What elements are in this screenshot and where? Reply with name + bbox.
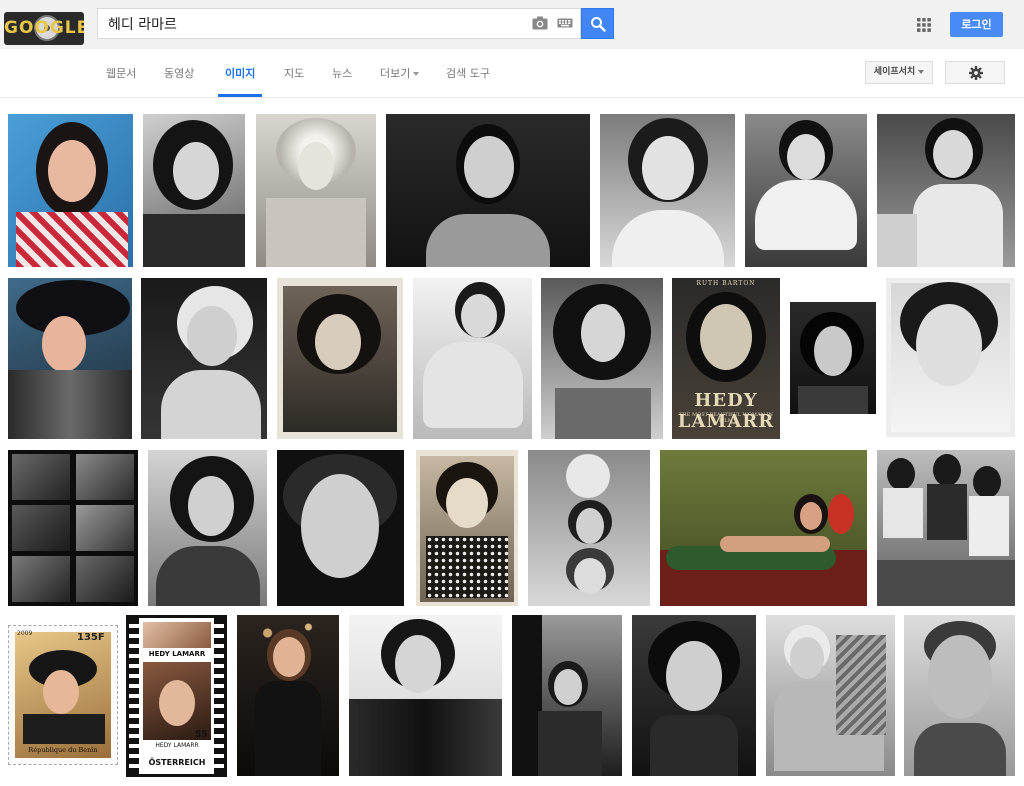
search-button[interactable] xyxy=(581,8,614,39)
book-title: HEDY LAMARR xyxy=(677,390,775,432)
safesearch-label: 세이프서치 xyxy=(873,67,916,77)
stamp1-year: 2009 xyxy=(17,630,33,637)
image-results-grid: RUTH BARTON HEDY LAMARR THE MOST BEAUTIF… xyxy=(0,98,1024,786)
stamp2-name-top: HEDY LAMARR xyxy=(148,650,206,658)
image-result[interactable] xyxy=(416,450,518,606)
safesearch-button[interactable]: 세이프서치 xyxy=(865,61,933,84)
stamp2-country: ÖSTERREICH xyxy=(148,758,206,767)
image-result[interactable] xyxy=(632,615,756,776)
image-result[interactable] xyxy=(877,450,1015,606)
apps-grid-icon[interactable] xyxy=(917,18,931,32)
tab-more[interactable]: 더보기 xyxy=(380,49,420,97)
image-result[interactable] xyxy=(660,450,867,606)
top-bar: GOOGLE 로그인 xyxy=(0,0,1024,49)
stamp2-value: 55 xyxy=(195,730,208,740)
image-result[interactable]: RUTH BARTON HEDY LAMARR THE MOST BEAUTIF… xyxy=(672,278,780,439)
image-result[interactable] xyxy=(277,450,404,606)
image-result[interactable] xyxy=(413,278,532,439)
image-result[interactable] xyxy=(237,615,339,776)
search-box xyxy=(97,8,581,39)
image-result[interactable] xyxy=(8,450,138,606)
image-result[interactable] xyxy=(745,114,867,267)
tab-label: 검색 도구 xyxy=(446,67,490,80)
image-result[interactable]: HEDY LAMARR HEDY LAMARR 55 ÖSTERREICH xyxy=(126,615,227,777)
stamp2-name-bottom: HEDY LAMARR xyxy=(155,742,199,749)
image-result[interactable] xyxy=(512,615,622,776)
image-result[interactable] xyxy=(600,114,735,267)
book-subtitle: THE MOST BEAUTIFUL WOMAN IN FILM xyxy=(679,412,773,424)
tab-label: 더보기 xyxy=(380,67,411,80)
image-result[interactable] xyxy=(886,278,1015,437)
image-result[interactable] xyxy=(541,278,663,439)
stamp1-country: République du Benin xyxy=(28,746,98,754)
image-result[interactable] xyxy=(766,615,895,776)
stamp1-value: 135F xyxy=(77,632,105,643)
image-result[interactable] xyxy=(143,114,245,267)
image-result[interactable] xyxy=(277,278,403,439)
login-button[interactable]: 로그인 xyxy=(950,12,1003,37)
tab-news[interactable]: 뉴스 xyxy=(332,49,352,97)
camera-icon[interactable] xyxy=(532,16,548,30)
book-author: RUTH BARTON xyxy=(696,280,756,287)
image-result[interactable] xyxy=(8,114,133,267)
logo-text: GOOGLE xyxy=(4,18,84,38)
image-result[interactable] xyxy=(790,302,876,414)
tab-label: 웹문서 xyxy=(106,67,137,80)
tab-videos[interactable]: 동영상 xyxy=(164,49,194,97)
image-result[interactable] xyxy=(877,114,1015,267)
search-icon xyxy=(591,17,606,32)
image-result[interactable] xyxy=(8,278,132,439)
image-result[interactable]: 2009 135F République du Benin xyxy=(8,625,118,765)
keyboard-icon[interactable] xyxy=(557,16,573,30)
tab-images[interactable]: 이미지 xyxy=(218,49,263,97)
tab-label: 동영상 xyxy=(164,67,195,80)
tab-label: 지도 xyxy=(284,67,305,80)
tab-web[interactable]: 웹문서 xyxy=(106,49,136,97)
chevron-down-icon xyxy=(918,69,925,74)
image-result[interactable] xyxy=(904,615,1015,776)
settings-button[interactable] xyxy=(945,61,1005,84)
tab-maps[interactable]: 지도 xyxy=(284,49,304,97)
tab-label: 이미지 xyxy=(225,67,256,80)
image-result[interactable] xyxy=(528,450,650,606)
image-result[interactable] xyxy=(256,114,376,267)
search-input[interactable] xyxy=(98,9,538,38)
image-result[interactable] xyxy=(349,615,502,776)
chevron-down-icon xyxy=(413,72,420,76)
tab-label: 뉴스 xyxy=(332,67,353,80)
image-result[interactable] xyxy=(141,278,267,439)
image-result[interactable] xyxy=(386,114,590,267)
search-tabs-bar: 웹문서 동영상 이미지 지도 뉴스 더보기 검색 도구 세이프서치 xyxy=(0,49,1024,98)
google-doodle-logo[interactable]: GOOGLE xyxy=(4,12,84,45)
gear-icon xyxy=(969,66,983,80)
tab-search-tools[interactable]: 검색 도구 xyxy=(446,49,490,97)
image-result[interactable] xyxy=(148,450,267,606)
